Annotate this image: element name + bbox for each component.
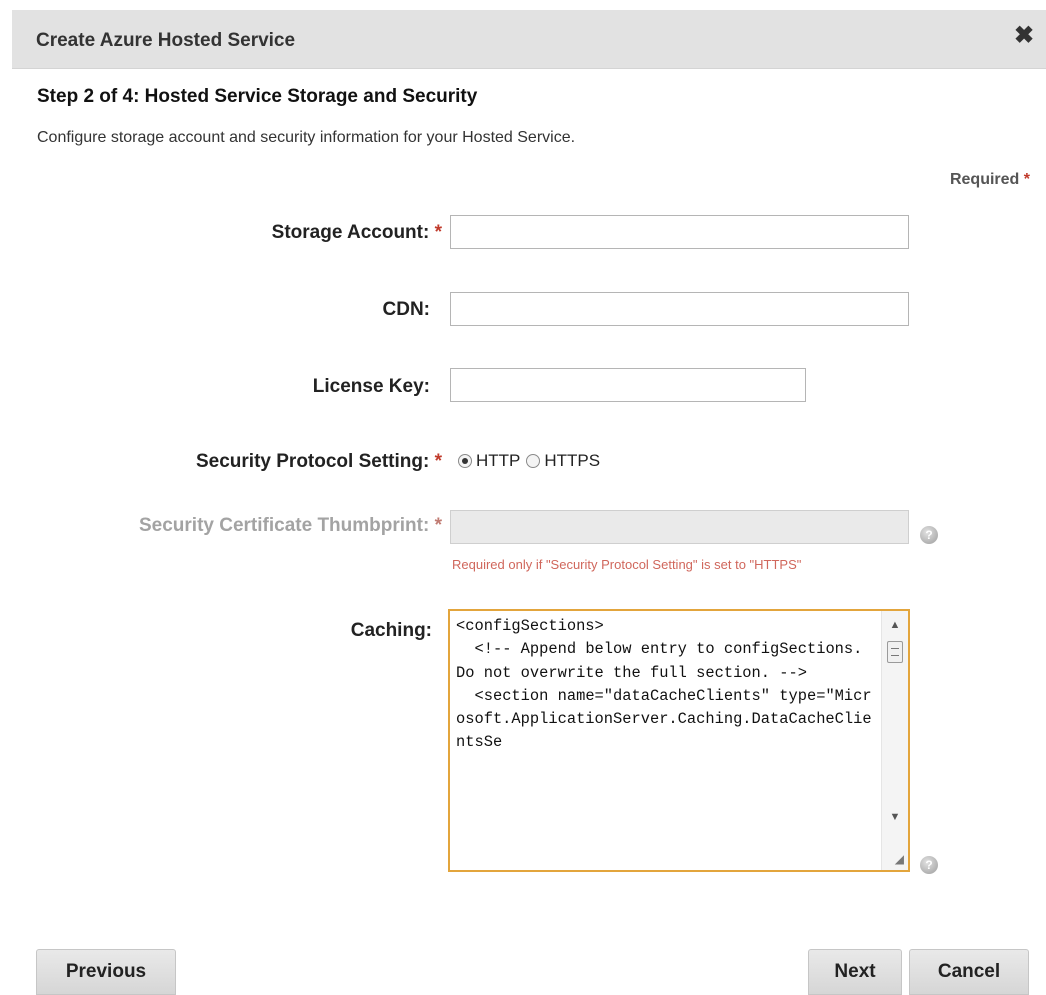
- security-protocol-radio-group: HTTP HTTPS: [458, 451, 606, 471]
- radio-http-button[interactable]: [458, 454, 472, 468]
- cdn-label-text: CDN:: [382, 299, 431, 320]
- required-star: *: [1023, 171, 1030, 188]
- help-icon[interactable]: ?: [920, 526, 938, 544]
- storage-account-label-text: Storage Account:: [271, 222, 430, 243]
- caching-scrollbar[interactable]: ▲ ▼: [881, 611, 908, 870]
- security-protocol-label: Security Protocol Setting: *: [100, 451, 442, 473]
- security-protocol-label-text: Security Protocol Setting:: [196, 451, 430, 472]
- thumbprint-hint: Required only if "Security Protocol Sett…: [452, 557, 802, 572]
- scroll-down-icon[interactable]: ▼: [882, 807, 908, 827]
- radio-http-label: HTTP: [476, 451, 521, 470]
- caching-label-text: Caching:: [350, 620, 432, 641]
- radio-http[interactable]: HTTP: [458, 451, 520, 471]
- help-icon[interactable]: ?: [920, 856, 938, 874]
- previous-button[interactable]: Previous: [36, 949, 176, 995]
- scroll-thumb[interactable]: [887, 641, 903, 663]
- close-icon[interactable]: ✖: [1012, 24, 1036, 48]
- required-label: Required: [949, 171, 1020, 188]
- security-thumbprint-input: [450, 510, 909, 544]
- license-key-label: License Key:: [180, 376, 430, 398]
- radio-https[interactable]: HTTPS: [526, 451, 600, 471]
- create-hosted-service-dialog: Create Azure Hosted Service ✖ Step 2 of …: [0, 0, 1046, 995]
- required-star: *: [434, 222, 442, 243]
- next-button[interactable]: Next: [808, 949, 902, 995]
- step-title: Step 2 of 4: Hosted Service Storage and …: [37, 86, 478, 107]
- security-thumbprint-label: Security Certificate Thumbprint: *: [40, 515, 442, 537]
- radio-https-button[interactable]: [526, 454, 541, 468]
- cdn-input[interactable]: [450, 292, 909, 326]
- caching-label: Caching:: [180, 620, 432, 642]
- cancel-button[interactable]: Cancel: [909, 949, 1029, 995]
- dialog-title: Create Azure Hosted Service: [36, 30, 296, 51]
- storage-account-label: Storage Account: *: [180, 222, 442, 244]
- caching-textarea-content[interactable]: <configSections> <!-- Append below entry…: [450, 611, 880, 870]
- cdn-label: CDN:: [180, 299, 431, 321]
- required-note: Required *: [950, 171, 1030, 189]
- step-description: Configure storage account and security i…: [37, 129, 576, 146]
- license-key-input[interactable]: [450, 368, 806, 402]
- caching-textarea[interactable]: <configSections> <!-- Append below entry…: [448, 609, 910, 872]
- dialog-titlebar: Create Azure Hosted Service ✖: [12, 10, 1046, 69]
- required-star: *: [434, 515, 442, 536]
- license-key-label-text: License Key:: [312, 376, 430, 397]
- radio-https-label: HTTPS: [544, 451, 601, 470]
- required-star: *: [434, 451, 442, 472]
- storage-account-input[interactable]: [450, 215, 909, 249]
- scroll-up-icon[interactable]: ▲: [882, 615, 908, 635]
- security-thumbprint-label-text: Security Certificate Thumbprint:: [138, 515, 430, 536]
- resize-grip-icon[interactable]: ◢: [890, 852, 904, 866]
